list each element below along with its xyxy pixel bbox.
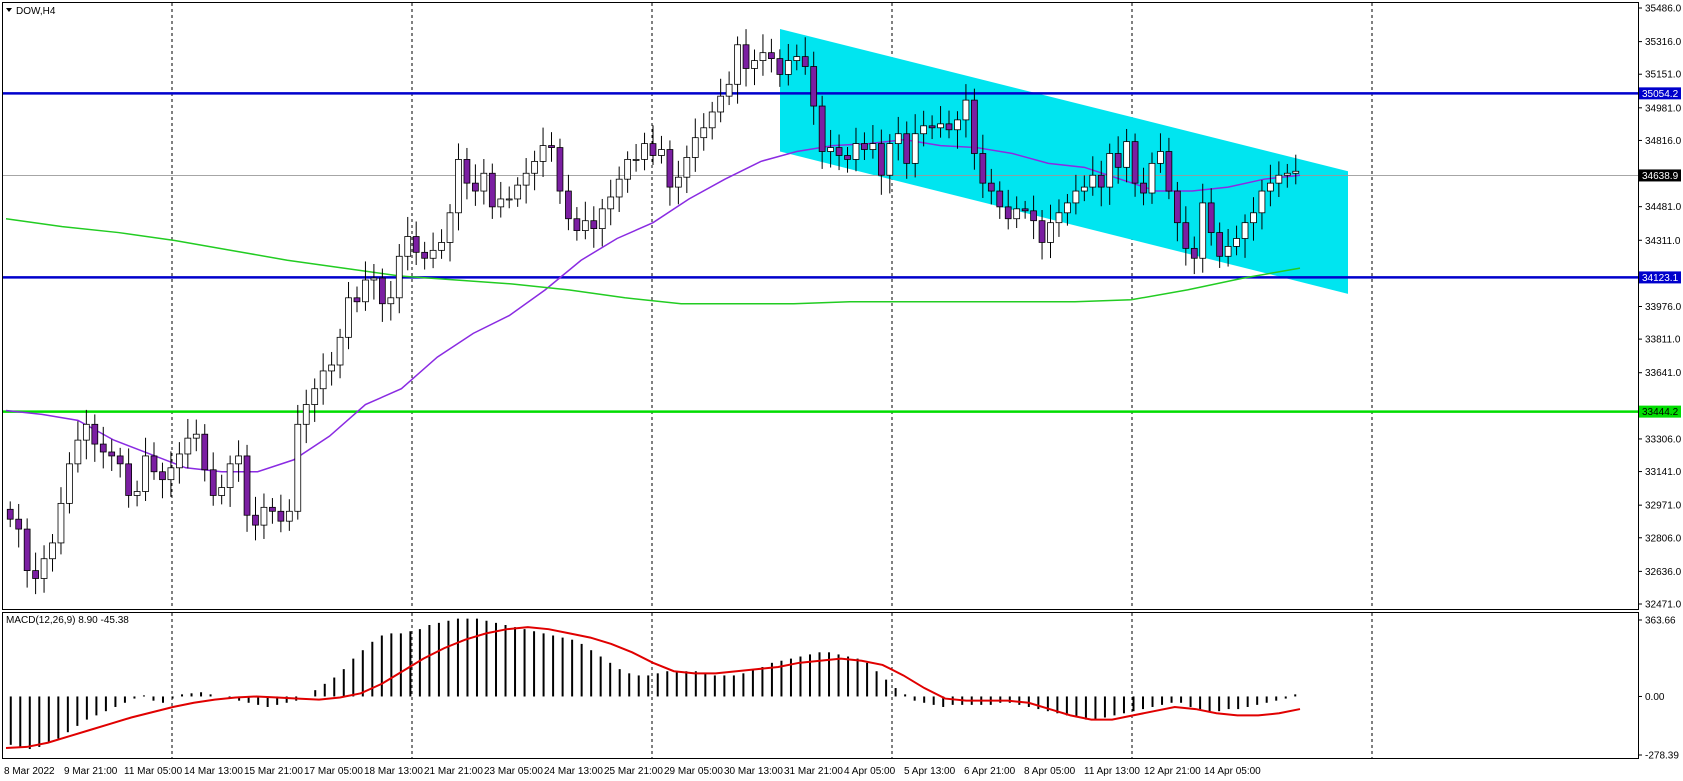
y-tick-label: 32636.0 — [1645, 567, 1682, 578]
x-tick-label: 17 Mar 05:00 — [304, 766, 363, 777]
macd-y-tick-label: -278.39 — [1645, 751, 1679, 762]
x-tick-label: 14 Apr 05:00 — [1204, 766, 1261, 777]
x-tick-label: 29 Mar 05:00 — [664, 766, 723, 777]
level-price-tag-text: 34123.1 — [1642, 273, 1679, 284]
macd-y-tick-label: 363.66 — [1645, 616, 1676, 627]
x-tick-label: 11 Apr 13:00 — [1084, 766, 1140, 777]
y-tick-label: 34816.0 — [1645, 136, 1682, 147]
y-tick-label: 33811.0 — [1645, 335, 1681, 346]
level-price-tag-text: 35054.2 — [1642, 89, 1679, 100]
x-tick-label: 31 Mar 21:00 — [784, 766, 843, 777]
y-tick-label: 34311.0 — [1645, 236, 1681, 247]
x-tick-label: 9 Mar 21:00 — [64, 766, 118, 777]
x-tick-label: 6 Apr 21:00 — [964, 766, 1016, 777]
y-tick-label: 34981.0 — [1645, 103, 1682, 114]
x-tick-label: 25 Mar 21:00 — [604, 766, 663, 777]
y-tick-label: 33641.0 — [1645, 368, 1682, 379]
y-tick-label: 32471.0 — [1645, 600, 1682, 611]
x-tick-label: 14 Mar 13:00 — [184, 766, 243, 777]
x-tick-label: 8 Apr 05:00 — [1024, 766, 1076, 777]
x-tick-label: 23 Mar 05:00 — [484, 766, 543, 777]
y-tick-label: 32971.0 — [1645, 501, 1682, 512]
current-price-tag-text: 34638.9 — [1642, 171, 1679, 182]
y-tick-label: 35486.0 — [1645, 4, 1682, 15]
x-tick-label: 12 Apr 21:00 — [1144, 766, 1201, 777]
y-tick-label: 35316.0 — [1645, 37, 1682, 48]
macd-label: MACD(12,26,9) 8.90 -45.38 — [6, 615, 129, 626]
y-tick-label: 33976.0 — [1645, 302, 1682, 313]
time-axis: 8 Mar 2022 9 Mar 21:00 11 Mar 05:00 14 Mar … — [4, 766, 1261, 777]
x-tick-label: 8 Mar 2022 — [4, 766, 55, 777]
x-tick-label: 11 Mar 05:00 — [124, 766, 183, 777]
y-tick-label: 35151.0 — [1645, 70, 1682, 81]
x-tick-label: 21 Mar 21:00 — [424, 766, 483, 777]
x-tick-label: 4 Apr 05:00 — [844, 766, 896, 777]
y-tick-label: 33306.0 — [1645, 434, 1682, 445]
macd-y-tick-label: 0.00 — [1645, 692, 1665, 703]
x-tick-label: 5 Apr 13:00 — [904, 766, 956, 777]
symbol-title: DOW,H4 — [16, 6, 56, 17]
x-tick-label: 15 Mar 21:00 — [244, 766, 303, 777]
y-tick-label: 34481.0 — [1645, 202, 1682, 213]
x-tick-label: 24 Mar 13:00 — [544, 766, 603, 777]
price-chart[interactable]: 35486.0 35316.0 35151.0 34981.0 34816.0 34638… — [0, 0, 1683, 781]
x-tick-label: 30 Mar 13:00 — [724, 766, 783, 777]
y-tick-label: 32806.0 — [1645, 533, 1682, 544]
y-tick-label: 33141.0 — [1645, 467, 1682, 478]
x-tick-label: 18 Mar 13:00 — [364, 766, 423, 777]
level-price-tag-text: 33444.2 — [1642, 407, 1679, 418]
